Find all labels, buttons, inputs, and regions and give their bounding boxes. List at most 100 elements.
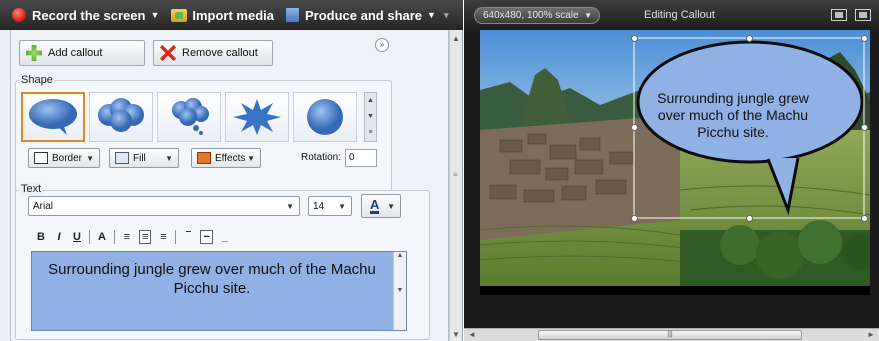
scroll-down-icon[interactable]: ▼	[452, 330, 460, 339]
effects-dropdown[interactable]: Effects ▼	[191, 148, 261, 168]
divider	[175, 230, 177, 244]
scroll-right-icon[interactable]: ►	[867, 330, 875, 339]
add-callout-button[interactable]: Add callout	[19, 40, 145, 66]
machu-picchu-image	[480, 30, 870, 295]
font-value: Arial	[33, 200, 54, 212]
font-size-select[interactable]: 14 ▼	[308, 196, 352, 216]
chevron-down-icon: ▼	[165, 153, 173, 163]
resize-handle[interactable]	[746, 215, 753, 222]
main-toolbar: Record the screen ▼ Import media Produce…	[0, 0, 463, 30]
scroll-thumb[interactable]: |||	[538, 330, 802, 340]
align-center-icon[interactable]: ≡	[139, 230, 152, 244]
resize-handle[interactable]	[861, 35, 868, 42]
folder-icon	[171, 8, 188, 22]
effects-icon	[197, 152, 211, 164]
effects-label: Effects	[215, 152, 246, 164]
produce-share-button[interactable]: Produce and share ▼ ▾	[285, 7, 449, 23]
border-icon	[34, 152, 48, 164]
add-icon	[26, 45, 42, 61]
fit-view-icon[interactable]	[831, 9, 847, 21]
fullscreen-icon[interactable]	[855, 9, 871, 21]
callout-properties-content: Add callout Remove callout » Shape ▲ ▼ ≡…	[10, 30, 449, 341]
scroll-left-icon[interactable]: ◄	[468, 330, 476, 339]
shape-circle[interactable]	[293, 92, 357, 142]
preview-title: Editing Callout	[644, 9, 715, 21]
underline-button[interactable]: U	[71, 231, 83, 243]
rotation-label: Rotation:	[301, 152, 342, 163]
align-left-icon[interactable]: ≡	[121, 231, 133, 243]
cloud-callout-icon	[98, 98, 144, 132]
chevron-down-icon: ▼	[286, 201, 294, 211]
fill-label: Fill	[133, 152, 146, 164]
import-label: Import media	[192, 7, 274, 23]
bold-button[interactable]: B	[35, 231, 47, 243]
resize-handle[interactable]	[631, 35, 638, 42]
resize-handle[interactable]	[746, 35, 753, 42]
import-media-button[interactable]: Import media	[171, 8, 274, 23]
valign-top-icon[interactable]: ‾	[182, 231, 194, 243]
chevron-down-icon: ▼	[387, 201, 395, 211]
canvas-horizontal-scrollbar[interactable]: ◄ ||| ►	[464, 328, 879, 341]
text-case-button[interactable]: A	[96, 231, 108, 243]
callout-text-editor[interactable]: Surrounding jungle grew over much of the…	[31, 251, 407, 331]
resize-handle[interactable]	[631, 215, 638, 222]
font-color-dropdown[interactable]: A ▼	[361, 194, 401, 218]
record-screen-button[interactable]: Record the screen ▼	[12, 8, 159, 23]
shape-gallery	[21, 92, 357, 142]
valign-middle-icon[interactable]: −	[200, 230, 213, 244]
overflow-icon[interactable]: ▾	[444, 10, 449, 21]
shape-thought-bubble[interactable]	[157, 92, 221, 142]
scroll-grip-icon: ≡	[453, 170, 458, 179]
align-right-icon[interactable]: ≡	[157, 231, 169, 243]
record-label: Record the screen	[32, 7, 146, 23]
divider	[114, 230, 115, 244]
panel-scrollbar[interactable]: ▲ ≡ ▼	[449, 30, 462, 341]
add-callout-label: Add callout	[48, 47, 103, 59]
shape-group-label: Shape	[19, 74, 55, 86]
callout-text-value: Surrounding jungle grew over much of the…	[48, 261, 376, 297]
speech-bubble-icon	[29, 99, 77, 135]
border-dropdown[interactable]: Border ▼	[28, 148, 100, 168]
scroll-up-icon[interactable]: ▲	[452, 34, 460, 43]
circle-callout-icon	[307, 99, 343, 135]
record-icon	[12, 8, 26, 22]
collapse-icon[interactable]: »	[375, 38, 389, 52]
fill-dropdown[interactable]: Fill ▼	[109, 148, 179, 168]
text-format-toolbar: B I U A ≡ ≡ ≡ ‾ − _	[35, 230, 231, 244]
shape-burst[interactable]	[225, 92, 289, 142]
canvas-callout-text: Surrounding jungle grew over much of the…	[657, 90, 809, 140]
chevron-down-icon: ▼	[427, 10, 436, 20]
divider	[89, 230, 90, 244]
resize-handle[interactable]	[631, 124, 638, 131]
remove-icon	[160, 45, 176, 61]
text-group-label: Text	[19, 183, 44, 195]
font-select[interactable]: Arial ▼	[28, 196, 300, 216]
valign-bottom-icon[interactable]: _	[219, 231, 231, 243]
rotation-input[interactable]: 0	[345, 149, 377, 167]
chevron-down-icon: ▼	[86, 153, 94, 163]
chevron-down-icon: ▼	[150, 10, 160, 20]
callout-properties-panel: Add callout Remove callout » Shape ▲ ▼ ≡…	[0, 30, 463, 341]
scale-value: 640x480, 100% scale	[483, 10, 579, 21]
remove-callout-button[interactable]: Remove callout	[153, 40, 273, 66]
chevron-down-icon: ▼	[338, 201, 346, 211]
chevron-down-icon: ▼	[247, 153, 255, 163]
burst-callout-icon	[233, 99, 281, 135]
produce-label: Produce and share	[304, 7, 423, 23]
scale-dropdown[interactable]: 640x480, 100% scale ▼	[474, 7, 600, 24]
chevron-down-icon: ▼	[584, 11, 592, 20]
font-color-icon: A	[370, 197, 380, 214]
preview-panel: 640x480, 100% scale ▼ Editing Callout Su…	[464, 0, 879, 341]
italic-button[interactable]: I	[53, 231, 65, 243]
shape-cloud[interactable]	[89, 92, 153, 142]
text-editor-scrollbar[interactable]: ▲ ▼	[393, 252, 406, 330]
preview-canvas[interactable]: Surrounding jungle grew over much of the…	[480, 30, 870, 295]
resize-handle[interactable]	[861, 215, 868, 222]
remove-callout-label: Remove callout	[182, 47, 258, 59]
resize-handle[interactable]	[861, 124, 868, 131]
shape-gallery-scroll[interactable]: ▲ ▼ ≡	[364, 92, 377, 142]
shape-speech-bubble[interactable]	[21, 92, 85, 142]
border-label: Border	[52, 152, 83, 164]
fill-bucket-icon	[115, 152, 129, 164]
thought-bubble-icon	[172, 98, 209, 135]
